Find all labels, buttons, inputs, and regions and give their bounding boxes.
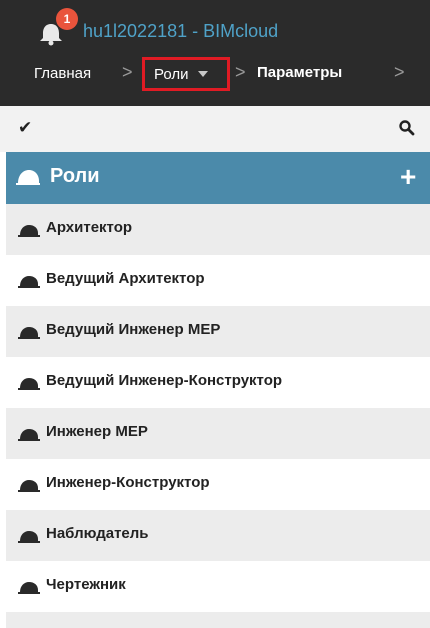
search-icon[interactable] [398, 119, 416, 137]
list-item[interactable]: Инженер MEP [6, 408, 430, 459]
list-item[interactable]: Архитектор [6, 204, 430, 255]
role-name: Инженер MEP [46, 423, 148, 440]
breadcrumb-roles-dropdown[interactable]: Роли [142, 57, 230, 91]
toolbar: ✔ [0, 106, 430, 152]
hard-hat-icon [18, 531, 40, 543]
chevron-right-icon: > [122, 62, 133, 82]
hard-hat-icon [18, 327, 40, 339]
role-name: Архитектор [46, 219, 133, 236]
list-item[interactable]: Ведущий Инженер MEP [6, 306, 430, 357]
list-item[interactable]: Ведущий Инженер-Конструктор [6, 357, 430, 408]
list-item[interactable]: Ведущий Архитектор [6, 255, 430, 306]
chevron-right-icon: > [235, 62, 246, 82]
hard-hat-icon [16, 170, 40, 185]
roles-list: Архитектор Ведущий Архитектор Ведущий Ин… [6, 204, 430, 628]
hard-hat-icon [18, 378, 40, 390]
top-header: 1 hu1l2022181 - BIMcloud Главная > Роли … [0, 0, 430, 106]
hard-hat-icon [18, 480, 40, 492]
hard-hat-icon [18, 582, 40, 594]
breadcrumb: Главная > Роли > Параметры > [0, 56, 430, 92]
server-title[interactable]: hu1l2022181 - BIMcloud [83, 21, 278, 42]
hard-hat-icon [18, 225, 40, 237]
list-item[interactable]: Наблюдатель [6, 510, 430, 561]
add-role-button[interactable]: + [400, 160, 416, 194]
role-name: Ведущий Инженер-Конструктор [46, 372, 283, 389]
hard-hat-icon [18, 276, 40, 288]
role-name: Ведущий Инженер MEP [46, 321, 221, 338]
role-name: Наблюдатель [46, 525, 149, 542]
breadcrumb-params[interactable]: Параметры [257, 64, 342, 81]
breadcrumb-home[interactable]: Главная [34, 65, 91, 82]
role-name: Инженер-Конструктор [46, 474, 210, 491]
checkmark-icon[interactable]: ✔ [18, 118, 32, 138]
role-name: Чертежник [46, 576, 126, 593]
panel-title: Роли [50, 165, 100, 187]
breadcrumb-roles-label: Роли [154, 65, 189, 83]
caret-down-icon [197, 71, 208, 77]
notification-badge[interactable]: 1 [56, 8, 78, 30]
roles-panel-header: Роли + [6, 152, 430, 204]
role-name: Ведущий Архитектор [46, 270, 205, 287]
hard-hat-icon [18, 429, 40, 441]
list-item[interactable]: Чертежник [6, 561, 430, 612]
list-item[interactable]: Инженер-Конструктор [6, 459, 430, 510]
list-item [6, 612, 430, 628]
chevron-right-icon: > [394, 62, 405, 82]
